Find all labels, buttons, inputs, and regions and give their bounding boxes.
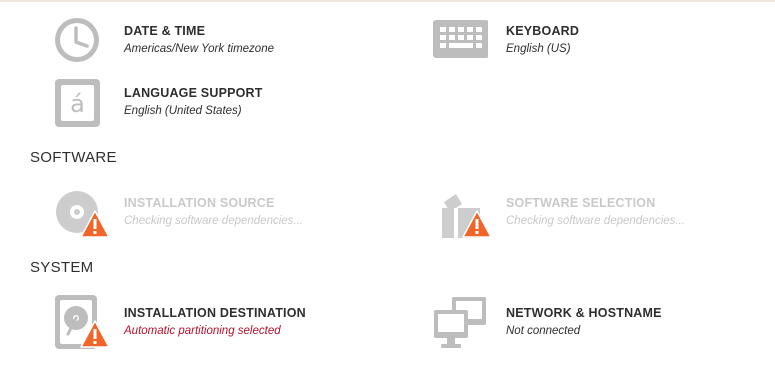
top-border [0,0,775,2]
spoke-software-selection[interactable]: SOFTWARE SELECTION Checking software dep… [432,184,762,240]
spoke-title: NETWORK & HOSTNAME [506,306,662,320]
spoke-title: LANGUAGE SUPPORT [124,86,263,100]
warning-icon [80,210,110,238]
spoke-language-support[interactable]: á LANGUAGE SUPPORT English (United State… [50,74,380,130]
network-icon [432,294,488,350]
spoke-network-hostname[interactable]: NETWORK & HOSTNAME Not connected [432,294,762,350]
spoke-installation-source[interactable]: INSTALLATION SOURCE Checking software de… [50,184,380,240]
spoke-status: Automatic partitioning selected [124,325,281,337]
spoke-status: English (US) [506,43,571,55]
spoke-title: INSTALLATION SOURCE [124,196,275,210]
spoke-status: Americas/New York timezone [124,43,274,55]
spoke-title: KEYBOARD [506,24,580,38]
svg-text:á: á [70,90,85,118]
clock-icon [50,12,106,68]
language-icon: á [50,74,106,130]
section-heading-software: SOFTWARE [30,149,117,166]
spoke-date-time[interactable]: DATE & TIME Americas/New York timezone [50,12,380,68]
spoke-title: SOFTWARE SELECTION [506,196,656,210]
spoke-status: English (United States) [124,105,242,117]
spoke-title: DATE & TIME [124,24,206,38]
spoke-status: Checking software dependencies... [506,215,685,227]
warning-icon [80,320,110,348]
spoke-status: Not connected [506,325,581,337]
spoke-status: Checking software dependencies... [124,215,303,227]
spoke-installation-destination[interactable]: INSTALLATION DESTINATION Automatic parti… [50,294,380,350]
spoke-keyboard[interactable]: KEYBOARD English (US) [432,12,762,68]
keyboard-icon [432,12,488,68]
warning-icon [462,210,492,238]
spoke-title: INSTALLATION DESTINATION [124,306,306,320]
section-heading-system: SYSTEM [30,259,94,276]
